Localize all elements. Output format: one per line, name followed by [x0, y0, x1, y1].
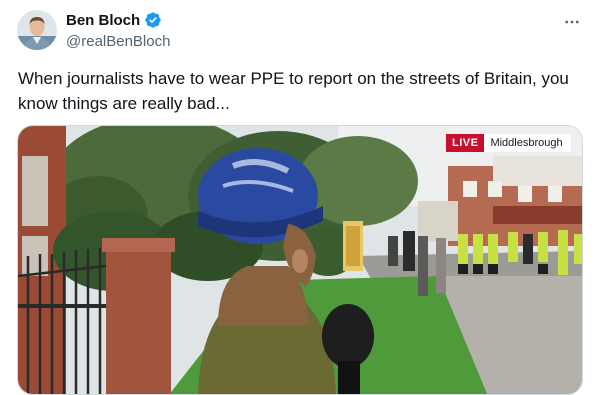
more-options-icon[interactable]	[562, 12, 582, 32]
tweet-text: When journalists have to wear PPE to rep…	[18, 69, 569, 113]
live-label: LIVE	[446, 134, 485, 152]
verified-badge-icon	[144, 11, 162, 29]
tweet-media-image[interactable]: LIVE Middlesbrough	[17, 125, 583, 395]
news-broadcast-still	[18, 126, 582, 394]
profile-photo-icon	[17, 10, 57, 50]
live-banner: LIVE Middlesbrough	[446, 134, 571, 152]
live-location: Middlesbrough	[484, 134, 571, 152]
author-display-name[interactable]: Ben Bloch	[66, 12, 140, 29]
avatar[interactable]	[17, 10, 57, 50]
tweet-card[interactable]: Ben Bloch @realBenBloch When journalists…	[0, 0, 596, 395]
author-handle[interactable]: @realBenBloch	[66, 33, 170, 50]
